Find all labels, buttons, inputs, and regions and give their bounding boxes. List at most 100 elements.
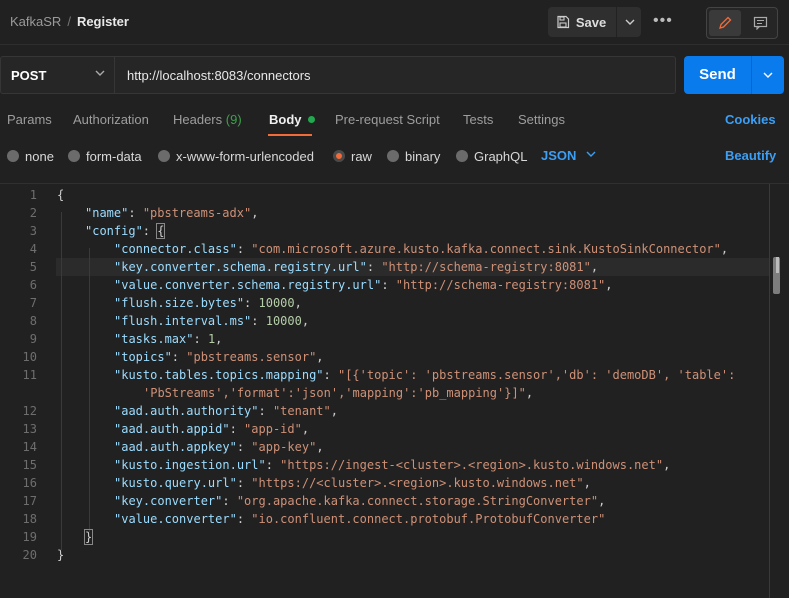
code-line: "kusto.query.url": "https://<cluster>.<r… [114, 476, 591, 490]
comment-icon [753, 16, 767, 30]
breadcrumb-collection[interactable]: KafkaSR [10, 14, 61, 29]
body-type-none-label: none [25, 148, 54, 164]
request-header: KafkaSR / Register Save ••• [0, 0, 789, 45]
body-type-raw[interactable]: raw [333, 147, 372, 165]
body-type-binary[interactable]: binary [387, 147, 440, 165]
send-button[interactable]: Send [684, 66, 751, 83]
json-string: "https://ingest-<cluster>.<region>.kusto… [280, 458, 664, 472]
code-line: "value.converter.schema.registry.url": "… [114, 278, 613, 292]
json-string: "io.confluent.connect.protobuf.ProtobufC… [251, 512, 606, 526]
save-group: Save [548, 7, 641, 37]
code-line: } [57, 548, 64, 562]
code-line: "tasks.max": 1, [114, 332, 223, 346]
code-editor[interactable]: 1 2 3 4 5 6 7 8 9 10 11 12 13 14 15 16 1… [0, 183, 789, 598]
request-tabs: Params Authorization Headers (9) Body Pr… [0, 104, 789, 136]
line-number: 1 [29, 188, 37, 202]
code-line: "topics": "pbstreams.sensor", [114, 350, 324, 364]
json-string: "[{'topic': 'pbstreams.sensor','db': 'de… [337, 368, 736, 382]
body-type-urlencoded-label: x-www-form-urlencoded [176, 148, 314, 164]
line-number: 16 [22, 476, 37, 490]
line-number: 9 [29, 332, 37, 346]
json-string: "org.apache.kafka.connect.storage.String… [236, 494, 599, 508]
chevron-down-icon[interactable] [586, 149, 596, 159]
radio-selected-icon [333, 150, 345, 162]
radio-icon [158, 150, 170, 162]
code-line: "flush.size.bytes": 10000, [114, 296, 302, 310]
code-line: "flush.interval.ms": 10000, [114, 314, 310, 328]
radio-icon [387, 150, 399, 162]
format-select[interactable]: JSON [541, 148, 576, 163]
documentation-button[interactable] [745, 10, 775, 36]
line-number: 12 [22, 404, 37, 418]
body-type-raw-label: raw [351, 148, 372, 164]
save-options-button[interactable] [616, 7, 642, 37]
radio-icon [68, 150, 80, 162]
editor-scrollbar-track[interactable] [769, 184, 770, 598]
json-number: 10000 [265, 314, 302, 328]
save-button[interactable]: Save [548, 7, 614, 37]
save-label: Save [575, 14, 607, 30]
tab-settings[interactable]: Settings [518, 112, 565, 127]
save-icon [557, 15, 569, 29]
json-key: "flush.interval.ms" [114, 314, 252, 328]
request-name[interactable]: Register [77, 14, 129, 29]
json-key: "tasks.max" [114, 332, 194, 346]
tab-body[interactable]: Body [269, 112, 315, 127]
json-key: "kusto.ingestion.url" [114, 458, 266, 472]
line-number: 7 [29, 296, 37, 310]
body-type-urlencoded[interactable]: x-www-form-urlencoded [158, 147, 314, 165]
code-line: "key.converter.schema.registry.url": "ht… [114, 260, 599, 274]
code-line: } [83, 529, 94, 545]
line-number: 10 [22, 350, 37, 364]
tab-params[interactable]: Params [7, 112, 52, 127]
json-key: "topics" [114, 350, 172, 364]
line-number: 15 [22, 458, 37, 472]
chevron-down-icon [625, 19, 634, 25]
radio-icon [456, 150, 468, 162]
tab-prerequest-script[interactable]: Pre-request Script [335, 112, 440, 127]
json-string: "https://<cluster>.<region>.kusto.window… [251, 476, 584, 490]
cookies-link[interactable]: Cookies [725, 112, 776, 127]
tab-tests[interactable]: Tests [463, 112, 493, 127]
send-options-button[interactable] [752, 56, 784, 94]
breadcrumb-separator: / [67, 14, 71, 29]
line-number: 18 [22, 512, 37, 526]
body-type-graphql[interactable]: GraphQL [456, 147, 527, 165]
json-string: 'PbStreams','format':'json','mapping':'p… [143, 386, 526, 400]
beautify-link[interactable]: Beautify [725, 148, 776, 163]
body-type-form-data-label: form-data [86, 148, 142, 164]
headers-count: (9) [225, 112, 242, 127]
json-string: "app-key" [251, 440, 317, 454]
json-key: "kusto.query.url" [114, 476, 237, 490]
json-string: "pbstreams.sensor" [186, 350, 317, 364]
json-key: "aad.auth.authority" [114, 404, 259, 418]
code-line: "config": { [85, 223, 166, 239]
code-line: "name": "pbstreams-adx", [85, 206, 259, 220]
brace: } [83, 529, 94, 545]
edit-mode-button[interactable] [709, 10, 741, 36]
body-type-graphql-label: GraphQL [474, 148, 528, 164]
line-number: 3 [29, 224, 37, 238]
json-key: "value.converter" [114, 512, 237, 526]
body-type-form-data[interactable]: form-data [68, 147, 142, 165]
line-number: 11 [22, 368, 37, 382]
json-string: "http://schema-registry:8081" [381, 260, 591, 274]
line-number: 6 [29, 278, 37, 292]
brace: { [156, 223, 166, 239]
line-number: 8 [29, 314, 37, 328]
json-key: "kusto.tables.topics.mapping" [114, 368, 324, 382]
tab-headers[interactable]: Headers (9) [173, 112, 242, 127]
code-line: "kusto.tables.topics.mapping": "[{'topic… [114, 368, 736, 382]
json-string: "tenant" [272, 404, 331, 418]
json-key: "key.converter" [114, 494, 223, 508]
more-options-button[interactable]: ••• [653, 12, 673, 30]
url-input[interactable]: http://localhost:8083/connectors [114, 56, 676, 94]
line-number: 20 [22, 548, 37, 562]
method-select[interactable]: POST [0, 56, 114, 94]
json-key: "connector.class" [114, 242, 237, 256]
tab-body-label: Body [269, 112, 302, 127]
tab-authorization[interactable]: Authorization [73, 112, 149, 127]
radio-icon [7, 150, 19, 162]
body-type-none[interactable]: none [7, 147, 54, 165]
json-key: "flush.size.bytes" [114, 296, 245, 310]
